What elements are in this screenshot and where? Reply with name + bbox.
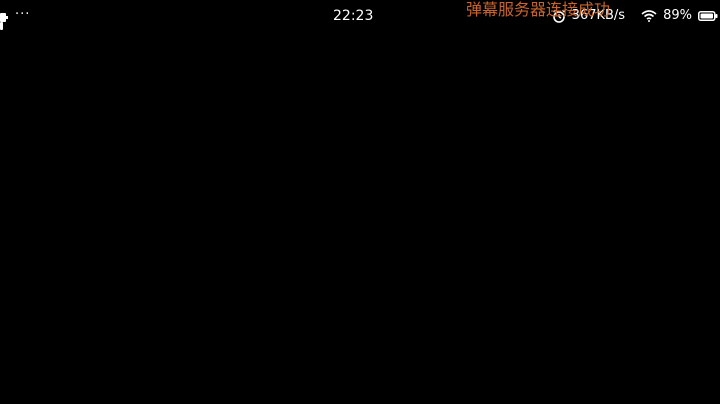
battery-left-icon bbox=[0, 11, 8, 22]
video-screen[interactable]: ··· 22:23 367KB/s 89% 弹幕服务器连接成功 bbox=[0, 0, 720, 404]
battery-percent: 89% bbox=[663, 8, 692, 23]
status-time: 22:23 bbox=[333, 8, 374, 24]
edge-handle bbox=[0, 22, 3, 30]
battery-icon bbox=[698, 11, 718, 21]
status-bar: ··· 22:23 367KB/s 89% bbox=[0, 0, 720, 32]
wifi-icon bbox=[641, 10, 657, 22]
more-dots-icon: ··· bbox=[15, 7, 31, 22]
danmaku-message: 弹幕服务器连接成功 bbox=[466, 0, 611, 19]
